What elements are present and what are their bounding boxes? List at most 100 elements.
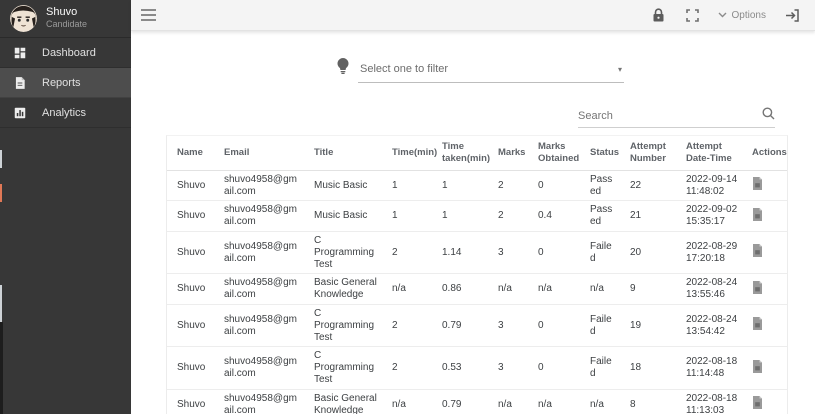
column-header-status[interactable]: Status	[582, 136, 622, 170]
column-header-title[interactable]: Title	[306, 136, 384, 170]
sidebar-item-analytics[interactable]: Analytics	[0, 98, 131, 128]
table-cell: Shuvo	[167, 232, 216, 273]
column-header-time-taken[interactable]: Time taken(min)	[434, 136, 490, 170]
view-report-button[interactable]	[744, 171, 789, 201]
dropdown-arrow-icon: ▾	[618, 65, 622, 74]
column-header-marks-obtained[interactable]: Marks Obtained	[530, 136, 582, 170]
view-report-button[interactable]	[744, 305, 789, 346]
table-cell: n/a	[384, 274, 434, 304]
table-cell: Shuvo	[167, 171, 216, 201]
column-header-marks[interactable]: Marks	[490, 136, 530, 170]
table-cell: 9	[622, 274, 678, 304]
table-cell: C Programming Test	[306, 347, 384, 388]
document-icon	[752, 244, 763, 261]
view-report-button[interactable]	[744, 274, 789, 304]
table-cell: 2	[490, 171, 530, 201]
table-cell: n/a	[582, 274, 622, 304]
sidebar-item-dashboard[interactable]: Dashboard	[0, 38, 131, 68]
search-input[interactable]	[578, 108, 762, 124]
filter-row: Select one to filter ▾	[337, 58, 624, 83]
edge-fragment	[0, 150, 2, 168]
search-icon	[762, 107, 775, 125]
table-cell: 0.79	[434, 390, 490, 414]
table-cell: n/a	[582, 390, 622, 414]
table-cell: 2	[384, 305, 434, 346]
view-report-button[interactable]	[744, 347, 789, 388]
table-header: Name Email Title Time(min) Time taken(mi…	[167, 136, 787, 171]
document-icon	[752, 281, 763, 298]
options-dropdown[interactable]: Options	[718, 10, 766, 21]
options-label: Options	[732, 10, 766, 21]
column-header-actions[interactable]: Actions	[744, 136, 789, 170]
table-cell: Shuvo	[167, 347, 216, 388]
sidebar-item-reports[interactable]: Reports	[0, 68, 131, 98]
sidebar: Shuvo Candidate Dashboard Reports	[0, 0, 131, 414]
fullscreen-icon[interactable]	[684, 7, 701, 24]
table-cell: 0.79	[434, 305, 490, 346]
table-cell: 2	[384, 232, 434, 273]
chevron-down-icon	[718, 10, 727, 21]
table-cell: Passed	[582, 201, 622, 231]
table-cell: 3	[490, 232, 530, 273]
table-cell: 22	[622, 171, 678, 201]
view-report-button[interactable]	[744, 232, 789, 273]
column-header-email[interactable]: Email	[216, 136, 306, 170]
document-icon	[752, 317, 763, 334]
table-cell: n/a	[384, 390, 434, 414]
table-cell: n/a	[530, 390, 582, 414]
table-row: Shuvoshuvo4958@gmail.comMusic Basic1120P…	[167, 171, 787, 202]
table-cell: 1	[434, 171, 490, 201]
table-cell: 2	[384, 347, 434, 388]
table-cell: 20	[622, 232, 678, 273]
table-cell: Music Basic	[306, 201, 384, 231]
table-cell: Shuvo	[167, 305, 216, 346]
table-body: Shuvoshuvo4958@gmail.comMusic Basic1120P…	[167, 171, 787, 414]
logout-icon[interactable]	[783, 7, 801, 24]
table-cell: Passed	[582, 171, 622, 201]
column-header-time[interactable]: Time(min)	[384, 136, 434, 170]
lock-icon[interactable]	[650, 6, 667, 24]
table-row: Shuvoshuvo4958@gmail.comBasic General Kn…	[167, 390, 787, 414]
table-row: Shuvoshuvo4958@gmail.comC Programming Te…	[167, 305, 787, 347]
table-cell: shuvo4958@gmail.com	[216, 201, 306, 231]
column-header-name[interactable]: Name	[167, 136, 216, 170]
table-cell: 0	[530, 305, 582, 346]
user-profile[interactable]: Shuvo Candidate	[0, 0, 131, 38]
dashboard-icon	[13, 46, 27, 60]
view-report-button[interactable]	[744, 201, 789, 231]
search-field	[578, 107, 775, 128]
view-report-button[interactable]	[744, 390, 789, 414]
table-cell: 19	[622, 305, 678, 346]
table-cell: 2022-09-14 11:48:02	[678, 171, 744, 201]
table-cell: shuvo4958@gmail.com	[216, 305, 306, 346]
sidebar-item-label: Reports	[42, 77, 81, 89]
table-cell: 0.86	[434, 274, 490, 304]
table-cell: 2	[490, 201, 530, 231]
topbar: Options	[131, 0, 815, 31]
table-row: Shuvoshuvo4958@gmail.comBasic General Kn…	[167, 274, 787, 305]
column-header-attempt-date-time[interactable]: Attempt Date-Time	[678, 136, 744, 170]
table-cell: 2022-08-24 13:54:42	[678, 305, 744, 346]
table-row: Shuvoshuvo4958@gmail.comC Programming Te…	[167, 347, 787, 389]
app-window: Shuvo Candidate Dashboard Reports	[0, 0, 815, 414]
table-cell: 3	[490, 347, 530, 388]
sidebar-nav: Dashboard Reports Analytics	[0, 38, 131, 128]
table-cell: 2022-08-18 11:14:48	[678, 347, 744, 388]
hamburger-icon[interactable]	[139, 7, 158, 23]
table-cell: shuvo4958@gmail.com	[216, 232, 306, 273]
lightbulb-icon	[337, 58, 349, 83]
edge-fragment	[0, 285, 2, 322]
table-cell: Shuvo	[167, 390, 216, 414]
analytics-icon	[13, 106, 27, 120]
table-cell: C Programming Test	[306, 232, 384, 273]
column-header-attempt-number[interactable]: Attempt Number	[622, 136, 678, 170]
table-cell: 3	[490, 305, 530, 346]
table-cell: 1	[384, 171, 434, 201]
user-name: Shuvo	[46, 6, 87, 20]
edge-fragment	[0, 322, 3, 414]
document-icon	[752, 360, 763, 377]
table-cell: 0.4	[530, 201, 582, 231]
filter-select[interactable]: Select one to filter ▾	[358, 63, 624, 83]
table-cell: Failed	[582, 232, 622, 273]
table-cell: 0.53	[434, 347, 490, 388]
